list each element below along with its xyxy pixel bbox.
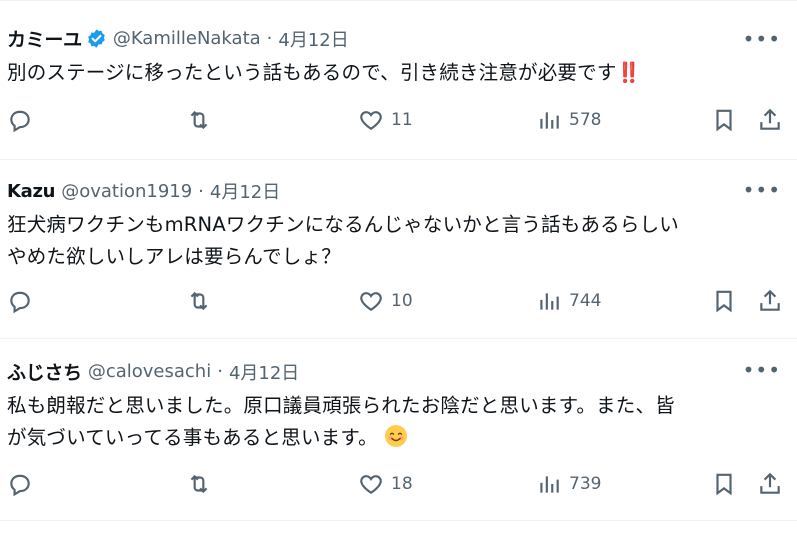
- views-count: 578: [569, 110, 602, 130]
- more-horizontal-icon[interactable]: •••: [743, 360, 781, 380]
- reply-button[interactable]: [7, 471, 40, 497]
- views-icon: [540, 476, 559, 493]
- tweet[interactable]: カミーユ @KamilleNakata · 4月12日 ••• 別のステージに移…: [0, 0, 797, 160]
- tweet-date[interactable]: 4月12日: [278, 26, 348, 52]
- tweet-text: 私も朗報だと思いました。原口議員頑張られたお陰だと思います。また、皆 が気づいて…: [7, 390, 777, 454]
- tweet[interactable]: ふじさち @calovesachi · 4月12日 ••• 私も朗報だと思いまし…: [0, 338, 797, 521]
- retweet-icon: [190, 291, 208, 311]
- meta-separator: ·: [217, 361, 223, 382]
- like-button[interactable]: 10: [358, 288, 413, 314]
- like-count: 18: [391, 474, 413, 494]
- reply-button[interactable]: [7, 288, 40, 314]
- verified-badge-icon: [88, 29, 105, 48]
- tweet-text-line: 私も朗報だと思いました。原口議員頑張られたお陰だと思います。また、皆: [7, 394, 675, 417]
- tweet[interactable]: Kazu @ovation1919 · 4月12日 ••• 狂犬病ワクチンもmR…: [0, 158, 797, 339]
- tweet-text: 別のステージに移ったという話もあるので、引き続き注意が必要です‼️: [7, 57, 777, 89]
- reply-button[interactable]: [7, 107, 40, 133]
- author-name[interactable]: ふじさち: [7, 358, 82, 385]
- reply-icon: [10, 474, 30, 497]
- heart-icon: [360, 475, 382, 494]
- tweet-header: ふじさち @calovesachi · 4月12日: [7, 358, 299, 385]
- meta-separator: ·: [198, 180, 204, 202]
- bookmark-button[interactable]: [711, 107, 737, 133]
- views-button[interactable]: 578: [536, 107, 601, 133]
- action-bar: 18 739: [0, 471, 797, 501]
- views-icon: [540, 112, 559, 129]
- author-handle[interactable]: @KamilleNakata: [113, 28, 261, 49]
- views-icon: [540, 293, 559, 310]
- share-button[interactable]: [757, 288, 783, 314]
- share-button[interactable]: [757, 471, 783, 497]
- views-button[interactable]: 744: [536, 288, 601, 314]
- bookmark-icon: [716, 473, 732, 496]
- tweet-date[interactable]: 4月12日: [210, 178, 280, 204]
- author-name[interactable]: Kazu: [7, 181, 55, 202]
- reply-icon: [10, 110, 30, 133]
- views-button[interactable]: 739: [536, 471, 601, 497]
- action-bar: 10 744: [0, 288, 797, 318]
- views-count: 744: [569, 291, 602, 311]
- bookmark-icon: [716, 290, 732, 313]
- like-count: 11: [391, 110, 413, 130]
- retweet-button[interactable]: [186, 471, 219, 497]
- heart-icon: [360, 292, 382, 311]
- share-icon: [760, 108, 780, 130]
- tweet-header: カミーユ @KamilleNakata · 4月12日: [7, 25, 349, 52]
- share-icon: [760, 289, 780, 311]
- like-count: 10: [391, 291, 413, 311]
- tweet-date[interactable]: 4月12日: [229, 359, 299, 385]
- author-name[interactable]: カミーユ: [7, 25, 82, 52]
- retweet-icon: [190, 110, 208, 130]
- meta-separator: ·: [266, 28, 273, 49]
- double-exclamation-emoji: ‼️: [616, 61, 641, 84]
- retweet-button[interactable]: [186, 107, 219, 133]
- author-handle[interactable]: @calovesachi: [88, 361, 211, 382]
- bookmark-button[interactable]: [711, 288, 737, 314]
- bookmark-button[interactable]: [711, 471, 737, 497]
- author-handle[interactable]: @ovation1919: [61, 181, 192, 202]
- action-bar: 11 578: [0, 107, 797, 137]
- tweet-text-line: が気づいていってる事もあると思います。: [7, 422, 777, 454]
- tweet-text-line: 狂犬病ワクチンもmRNAワクチンになるんじゃないかと言う話もあるらしい: [7, 213, 679, 236]
- share-button[interactable]: [757, 107, 783, 133]
- tweet-header: Kazu @ovation1919 · 4月12日: [7, 178, 280, 204]
- smiling-face-emoji-icon: [384, 425, 407, 447]
- tweet-text-line-content: 別のステージに移ったという話もあるので、引き続き注意が必要です: [7, 61, 617, 84]
- more-horizontal-icon[interactable]: •••: [743, 180, 781, 200]
- reply-icon: [10, 291, 30, 314]
- more-horizontal-icon[interactable]: •••: [743, 29, 781, 49]
- like-button[interactable]: 11: [358, 107, 413, 133]
- retweet-button[interactable]: [186, 288, 219, 314]
- views-count: 739: [569, 474, 602, 494]
- tweet-text: 狂犬病ワクチンもmRNAワクチンになるんじゃないかと言う話もあるらしい やめた欲…: [7, 209, 777, 273]
- like-button[interactable]: 18: [358, 471, 413, 497]
- tweet-text-line-content: が気づいていってる事もあると思います。: [7, 426, 378, 449]
- bookmark-icon: [716, 109, 732, 132]
- share-icon: [760, 472, 780, 494]
- tweet-text-line: やめた欲しいしアレは要らんでしょ？: [7, 245, 341, 268]
- retweet-icon: [190, 474, 208, 494]
- heart-icon: [360, 111, 382, 130]
- tweet-text-line: 別のステージに移ったという話もあるので、引き続き注意が必要です‼️: [7, 57, 777, 89]
